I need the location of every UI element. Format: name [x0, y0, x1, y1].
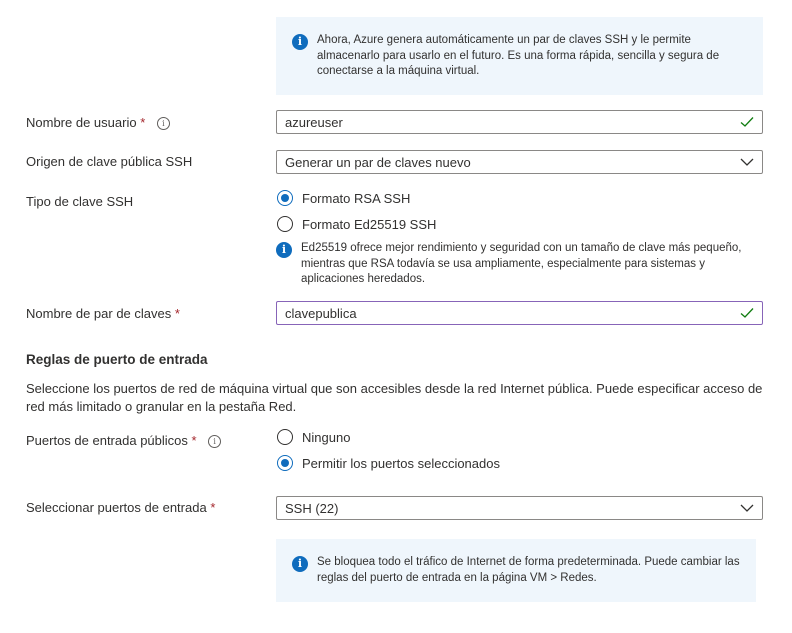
ed25519-info: i Ed25519 ofrece mejor rendimiento y seg…: [276, 241, 746, 288]
key-pair-name-label: Nombre de par de claves *: [26, 306, 180, 321]
ssh-info-text: Ahora, Azure genera automáticamente un p…: [317, 34, 720, 77]
chevron-down-icon: [740, 158, 754, 166]
required-marker: *: [210, 500, 216, 515]
ssh-info-banner: i Ahora, Azure genera automáticamente un…: [276, 17, 763, 95]
radio-button[interactable]: [277, 216, 293, 232]
key-pair-name-value: clavepublica: [285, 305, 357, 321]
radio-ed25519-label: Formato Ed25519 SSH: [302, 216, 437, 232]
ssh-key-source-value: Generar un par de claves nuevo: [285, 154, 471, 170]
radio-none-label: Ninguno: [302, 429, 351, 445]
radio-none[interactable]: Ninguno: [277, 429, 350, 445]
ssh-key-type-label: Tipo de clave SSH: [26, 194, 134, 209]
info-tooltip-icon[interactable]: i: [208, 435, 222, 448]
username-input[interactable]: azureuser: [276, 110, 763, 134]
radio-button[interactable]: [277, 429, 293, 445]
radio-allow-label: Permitir los puertos seleccionados: [302, 455, 500, 471]
info-tooltip-icon[interactable]: i: [156, 117, 170, 130]
select-ports-label: Seleccionar puertos de entrada *: [26, 500, 216, 515]
radio-button-selected[interactable]: [277, 455, 293, 471]
inbound-traffic-info-banner: i Se bloquea todo el tráfico de Internet…: [276, 539, 756, 602]
username-value: azureuser: [285, 114, 343, 130]
inbound-traffic-info-text: Se bloquea todo el tráfico de Internet d…: [317, 556, 740, 584]
info-icon: i: [276, 242, 292, 258]
ssh-key-source-dropdown[interactable]: Generar un par de claves nuevo: [276, 150, 763, 174]
required-marker: *: [174, 306, 180, 321]
inbound-rules-title: Reglas de puerto de entrada: [26, 352, 208, 367]
chevron-down-icon: [740, 504, 754, 512]
username-label: Nombre de usuario * i: [26, 115, 170, 130]
info-icon: i: [292, 556, 308, 572]
radio-button-selected[interactable]: [277, 190, 293, 206]
ssh-key-source-label: Origen de clave pública SSH: [26, 154, 193, 169]
radio-allow-selected[interactable]: Permitir los puertos seleccionados: [277, 455, 500, 471]
radio-rsa-label: Formato RSA SSH: [302, 190, 411, 206]
required-marker: *: [191, 433, 197, 448]
info-icon: i: [292, 34, 308, 50]
key-pair-name-input[interactable]: clavepublica: [276, 301, 763, 325]
required-marker: *: [140, 115, 146, 130]
inbound-rules-description: Seleccione los puertos de red de máquina…: [26, 381, 763, 414]
select-ports-value: SSH (22): [285, 500, 339, 516]
radio-rsa[interactable]: Formato RSA SSH: [277, 190, 410, 206]
select-ports-dropdown[interactable]: SSH (22): [276, 496, 763, 520]
valid-check-icon: [740, 308, 754, 318]
radio-ed25519[interactable]: Formato Ed25519 SSH: [277, 216, 436, 232]
public-ports-label: Puertos de entrada públicos * i: [26, 433, 222, 448]
valid-check-icon: [740, 117, 754, 127]
ed25519-info-text: Ed25519 ofrece mejor rendimiento y segur…: [301, 242, 742, 285]
